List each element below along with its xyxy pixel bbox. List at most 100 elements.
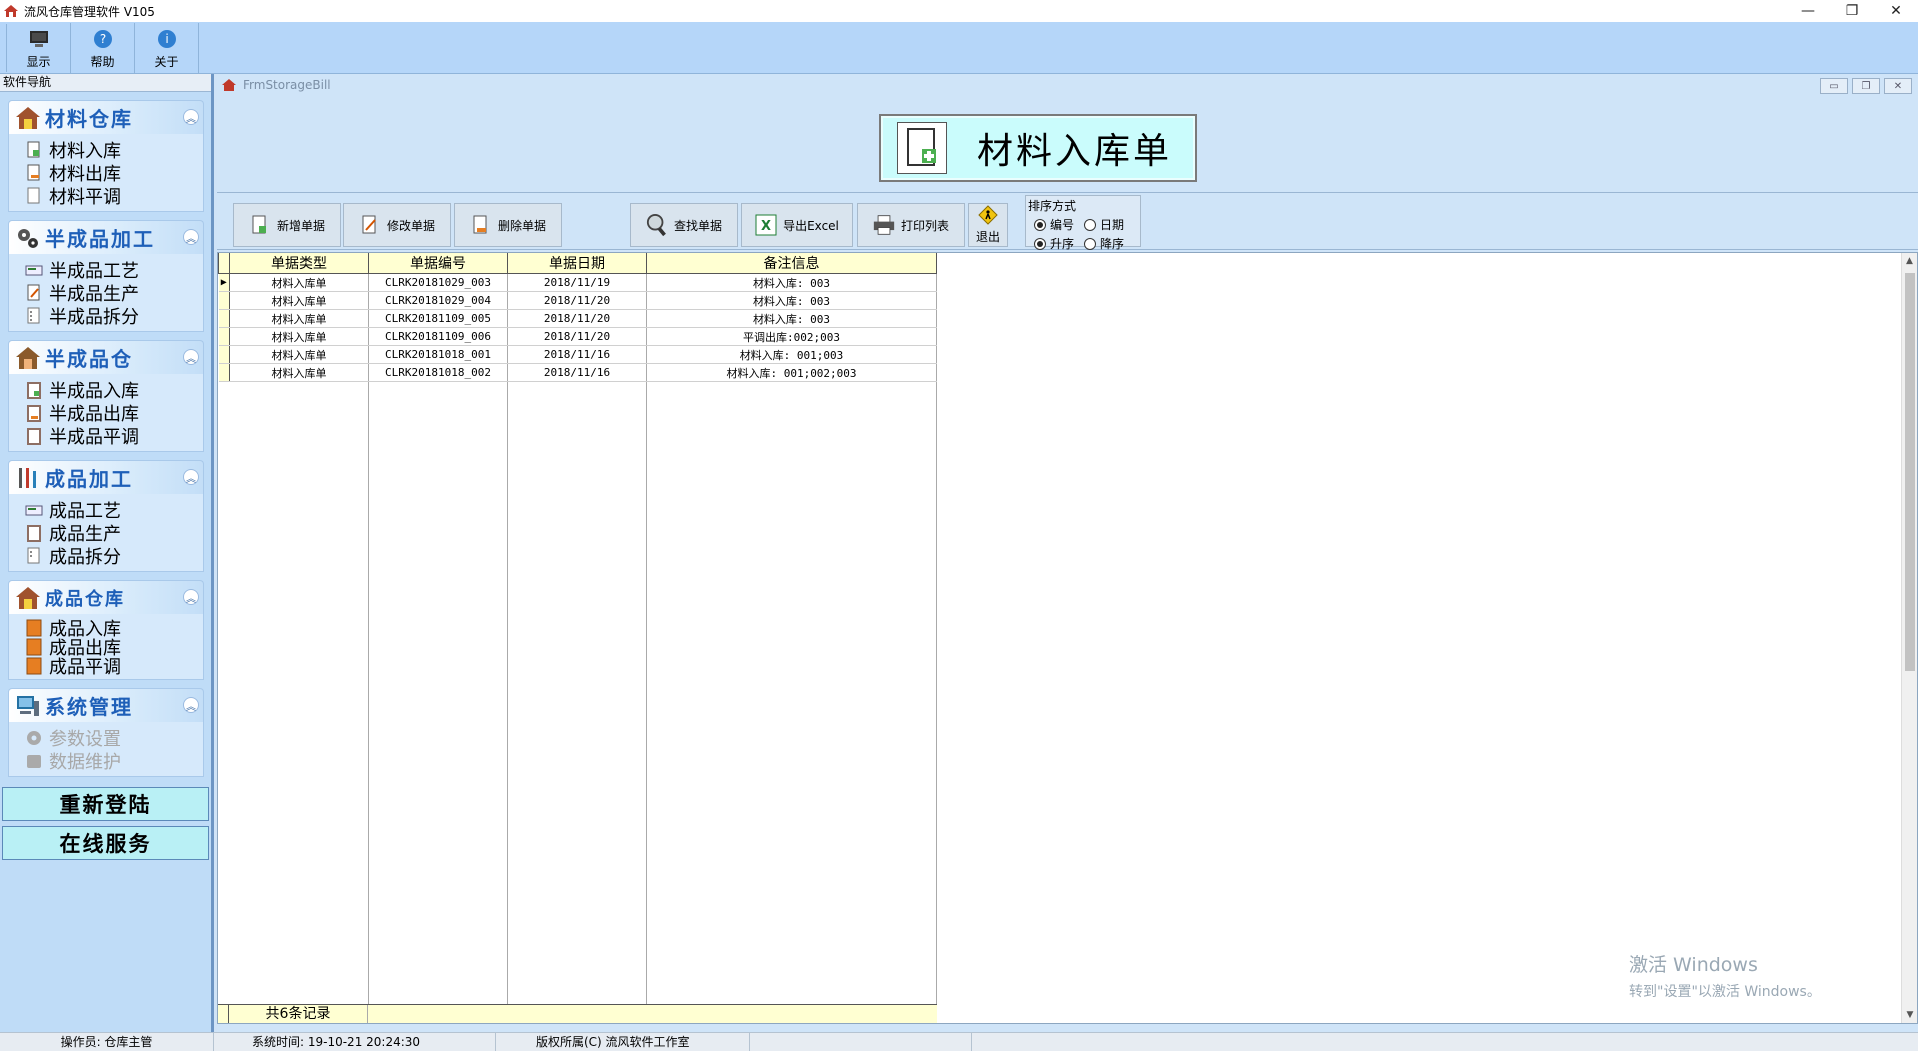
edit-bill-button[interactable]: 修改单据 bbox=[343, 203, 451, 247]
row-header[interactable] bbox=[218, 291, 230, 310]
scroll-down-icon[interactable]: ▼ bbox=[1902, 1007, 1918, 1023]
help-button[interactable]: ? 帮助 bbox=[71, 22, 135, 73]
nav-item-semi-process[interactable]: 半成品工艺 bbox=[25, 258, 203, 282]
table-cell[interactable]: 2018/11/20 bbox=[507, 309, 647, 328]
table-cell[interactable]: CLRK20181109_006 bbox=[368, 327, 508, 346]
nav-group-title: 材料仓库 bbox=[45, 107, 133, 131]
table-cell[interactable]: 材料入库单 bbox=[229, 309, 369, 328]
close-button[interactable]: ✕ bbox=[1874, 0, 1918, 22]
collapse-icon[interactable]: ︽ bbox=[183, 697, 199, 713]
sort-desc-radio[interactable]: 降序 bbox=[1084, 235, 1124, 252]
table-row[interactable]: 材料入库单 CLRK20181029_004 2018/11/20 材料入库: … bbox=[218, 291, 937, 310]
collapse-icon[interactable]: ︽ bbox=[183, 349, 199, 365]
row-header[interactable] bbox=[218, 327, 230, 346]
table-cell[interactable]: 材料入库单 bbox=[229, 345, 369, 364]
table-row[interactable]: 材料入库单 CLRK20181109_006 2018/11/20 平调出库:0… bbox=[218, 327, 937, 346]
print-list-button[interactable]: 打印列表 bbox=[857, 203, 965, 247]
search-icon bbox=[646, 213, 668, 237]
collapse-icon[interactable]: ︽ bbox=[183, 109, 199, 125]
row-header[interactable] bbox=[218, 309, 230, 328]
column-header[interactable]: 单据类型 bbox=[229, 253, 369, 274]
collapse-icon[interactable]: ︽ bbox=[183, 469, 199, 485]
scroll-up-icon[interactable]: ▲ bbox=[1902, 253, 1917, 269]
table-cell[interactable]: 2018/11/20 bbox=[507, 291, 647, 310]
nav-group-header[interactable]: 系统管理 ︽ bbox=[8, 688, 204, 722]
sort-by-number-radio[interactable]: 编号 bbox=[1034, 216, 1074, 233]
table-row[interactable]: ▶ 材料入库单 CLRK20181029_003 2018/11/19 材料入库… bbox=[218, 273, 937, 292]
table-cell[interactable]: 2018/11/20 bbox=[507, 327, 647, 346]
nav-item-product-transfer[interactable]: 成品平调 bbox=[25, 656, 203, 678]
nav-item-product-split[interactable]: 成品拆分 bbox=[25, 544, 203, 568]
table-cell[interactable]: CLRK20181018_001 bbox=[368, 345, 508, 364]
collapse-icon[interactable]: ︽ bbox=[183, 589, 199, 605]
exit-button[interactable]: 退出 bbox=[968, 203, 1008, 247]
nav-item-semi-outbound[interactable]: 半成品出库 bbox=[25, 401, 203, 425]
display-button[interactable]: 显示 bbox=[7, 22, 71, 73]
nav-item-product-production[interactable]: 成品生产 bbox=[25, 521, 203, 545]
delete-bill-label: 删除单据 bbox=[497, 218, 546, 233]
column-header[interactable]: 单据日期 bbox=[507, 253, 647, 274]
table-cell[interactable]: 2018/11/16 bbox=[507, 345, 647, 364]
table-cell[interactable]: 材料入库单 bbox=[229, 291, 369, 310]
nav-group-header[interactable]: 半成品仓 ︽ bbox=[8, 340, 204, 374]
search-bill-button[interactable]: 查找单据 bbox=[630, 203, 738, 247]
export-excel-label: 导出Excel bbox=[783, 218, 839, 233]
scrollbar-thumb[interactable] bbox=[1905, 273, 1915, 671]
sort-asc-radio[interactable]: 升序 bbox=[1034, 235, 1074, 252]
row-header[interactable] bbox=[218, 345, 230, 364]
table-cell[interactable]: 平调出库:002;003 bbox=[646, 327, 937, 346]
child-close-button[interactable]: ✕ bbox=[1884, 78, 1912, 94]
table-row[interactable]: 材料入库单 CLRK20181018_002 2018/11/16 材料入库: … bbox=[218, 363, 937, 382]
nav-item-material-transfer[interactable]: 材料平调 bbox=[25, 184, 203, 208]
child-minimize-button[interactable]: ▭ bbox=[1820, 78, 1848, 94]
table-cell[interactable]: 材料入库: 001;003 bbox=[646, 345, 937, 364]
table-cell[interactable]: 材料入库单 bbox=[229, 273, 369, 292]
nav-item-semi-production[interactable]: 半成品生产 bbox=[25, 281, 203, 305]
table-cell[interactable]: 材料入库: 003 bbox=[646, 273, 937, 292]
row-header[interactable] bbox=[218, 363, 230, 382]
child-restore-button[interactable]: ❐ bbox=[1852, 78, 1880, 94]
export-excel-button[interactable]: X 导出Excel bbox=[741, 203, 853, 247]
nav-item-product-process[interactable]: 成品工艺 bbox=[25, 498, 203, 522]
nav-item-settings[interactable]: 参数设置 bbox=[25, 726, 203, 750]
nav-group-header[interactable]: 成品仓库 ︽ bbox=[8, 580, 204, 614]
table-row[interactable]: 材料入库单 CLRK20181109_005 2018/11/20 材料入库: … bbox=[218, 309, 937, 328]
table-cell[interactable]: 材料入库: 003 bbox=[646, 291, 937, 310]
table-cell[interactable]: 材料入库单 bbox=[229, 363, 369, 382]
relogin-button[interactable]: 重新登陆 bbox=[2, 787, 209, 821]
display-label: 显示 bbox=[26, 54, 51, 69]
window-title: 流风仓库管理软件 V105 bbox=[24, 4, 155, 19]
clipboard-icon bbox=[27, 381, 41, 399]
table-cell[interactable]: 2018/11/19 bbox=[507, 273, 647, 292]
table-cell[interactable]: 材料入库: 001;002;003 bbox=[646, 363, 937, 382]
vertical-scrollbar[interactable]: ▲ ▼ bbox=[1901, 253, 1917, 1023]
add-bill-button[interactable]: 新增单据 bbox=[233, 203, 341, 247]
table-cell[interactable]: 2018/11/16 bbox=[507, 363, 647, 382]
maximize-button[interactable]: ❐ bbox=[1830, 0, 1874, 22]
nav-item-semi-inbound[interactable]: 半成品入库 bbox=[25, 378, 203, 402]
document-list-icon bbox=[27, 307, 40, 323]
nav-item-semi-split[interactable]: 半成品拆分 bbox=[25, 304, 203, 328]
column-header[interactable]: 单据编号 bbox=[368, 253, 508, 274]
nav-item-material-inbound[interactable]: 材料入库 bbox=[25, 138, 203, 162]
table-row[interactable]: 材料入库单 CLRK20181018_001 2018/11/16 材料入库: … bbox=[218, 345, 937, 364]
nav-item-semi-transfer[interactable]: 半成品平调 bbox=[25, 424, 203, 448]
table-cell[interactable]: CLRK20181029_003 bbox=[368, 273, 508, 292]
sort-by-date-radio[interactable]: 日期 bbox=[1084, 216, 1124, 233]
minimize-button[interactable]: — bbox=[1786, 0, 1830, 22]
delete-bill-button[interactable]: 删除单据 bbox=[454, 203, 562, 247]
table-cell[interactable]: CLRK20181109_005 bbox=[368, 309, 508, 328]
nav-group-header[interactable]: 材料仓库 ︽ bbox=[8, 100, 204, 134]
online-service-button[interactable]: 在线服务 bbox=[2, 826, 209, 860]
about-button[interactable]: i 关于 bbox=[135, 22, 199, 73]
nav-item-data-maintenance[interactable]: 数据维护 bbox=[25, 749, 203, 773]
nav-group-header[interactable]: 成品加工 ︽ bbox=[8, 460, 204, 494]
table-cell[interactable]: 材料入库: 003 bbox=[646, 309, 937, 328]
column-header[interactable]: 备注信息 bbox=[646, 253, 937, 274]
nav-group-header[interactable]: 半成品加工 ︽ bbox=[8, 220, 204, 254]
table-cell[interactable]: CLRK20181029_004 bbox=[368, 291, 508, 310]
table-cell[interactable]: 材料入库单 bbox=[229, 327, 369, 346]
collapse-icon[interactable]: ︽ bbox=[183, 229, 199, 245]
table-cell[interactable]: CLRK20181018_002 bbox=[368, 363, 508, 382]
nav-item-material-outbound[interactable]: 材料出库 bbox=[25, 161, 203, 185]
